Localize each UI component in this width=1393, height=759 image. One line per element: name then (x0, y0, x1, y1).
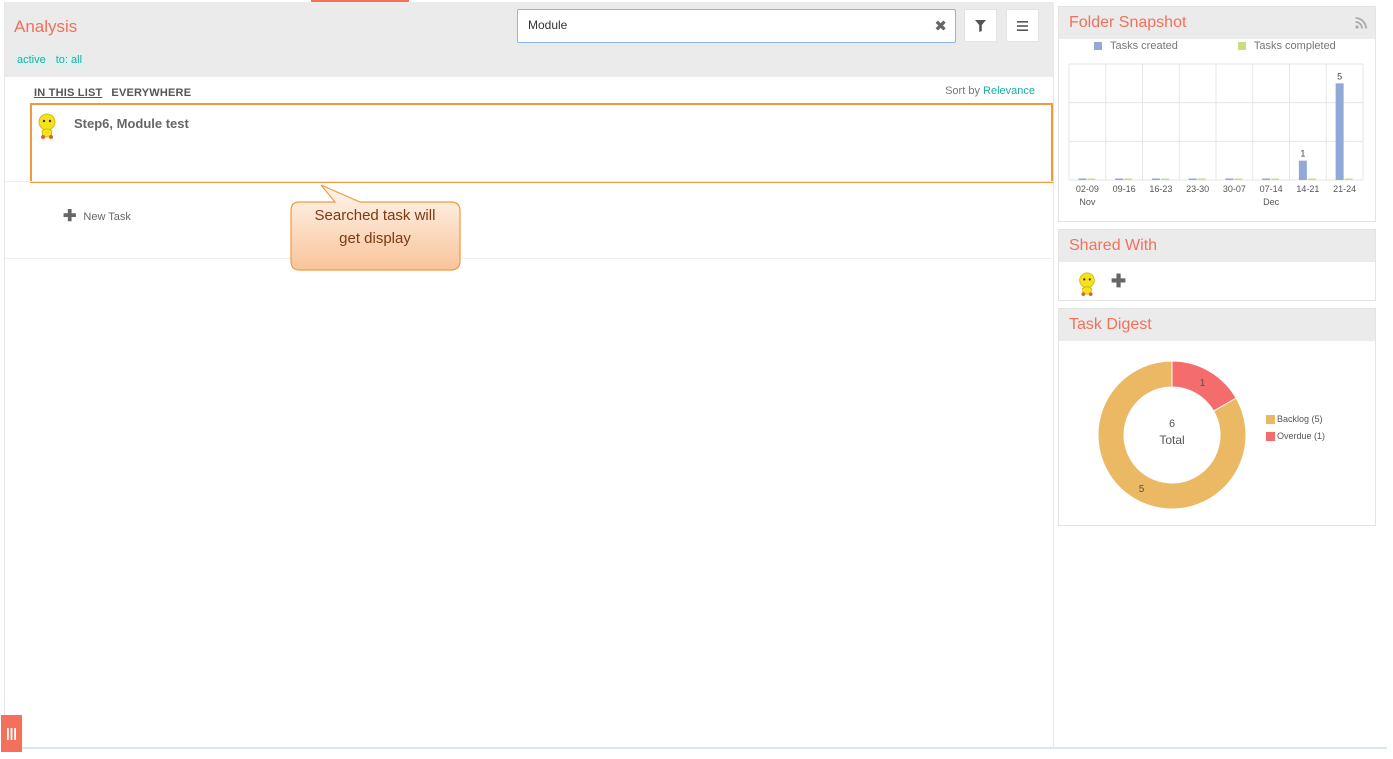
data-label: 5 (1337, 71, 1342, 81)
legend-item: Tasks completed (1237, 40, 1336, 52)
bar-created (1225, 178, 1234, 180)
panel-header: Task Digest (1059, 309, 1375, 341)
callout-line-2: get display (339, 230, 411, 247)
legend-item: Backlog (5) (1266, 414, 1325, 424)
x-tick-sublabel: Nov (1079, 197, 1096, 207)
divider (5, 258, 1054, 259)
filter-tags: active to: all (14, 53, 86, 67)
bar-created (1262, 178, 1271, 180)
task-row[interactable]: Step6, Module test (30, 103, 1053, 183)
sort-prefix: Sort by (945, 85, 980, 97)
x-tick-label: 23-30 (1186, 184, 1209, 194)
slice-value-label: 5 (1139, 484, 1145, 495)
x-tick-label: 02-09 (1076, 184, 1099, 194)
divider (5, 181, 1054, 182)
clear-search-icon[interactable]: ✖ (934, 17, 947, 35)
funnel-icon (975, 19, 986, 32)
panel-header: Folder Snapshot (1059, 7, 1375, 39)
bar-created (1151, 178, 1160, 180)
bar-completed (1160, 178, 1169, 180)
legend-label: Tasks completed (1253, 40, 1336, 52)
donut-legend: Backlog (5) Overdue (1) (1266, 414, 1325, 448)
folder-snapshot-title: Folder Snapshot (1069, 14, 1187, 31)
rss-icon[interactable] (1355, 17, 1367, 29)
x-tick-label: 14-21 (1296, 184, 1319, 194)
app-root: Analysis active to: all ✖ IN THIS LIST E… (0, 0, 1393, 759)
bar-completed (1197, 178, 1206, 180)
bar-created (1115, 178, 1124, 180)
bar-completed (1271, 178, 1280, 180)
legend-swatch (1094, 42, 1102, 50)
donut-chart: 5 1 6 Total (1097, 360, 1247, 510)
x-tick-label: 07-14 (1260, 184, 1283, 194)
chart-legend: Tasks created Tasks completed (1094, 40, 1336, 52)
legend-item: Overdue (1) (1266, 431, 1325, 441)
legend-swatch (1237, 42, 1246, 50)
grip-icon (7, 727, 16, 740)
bar-created (1188, 178, 1197, 180)
scope-tabs: IN THIS LIST EVERYWHERE (34, 87, 191, 99)
bar-chart: 02-09 Nov 09-16 16-23 23-30 30-07 07-14 Dec 1 14-… (1068, 63, 1364, 207)
legend-item: Tasks created (1094, 40, 1178, 52)
bar-completed (1307, 178, 1316, 180)
callout-text: Searched task will get display (290, 204, 460, 250)
sort-control: Sort by Relevance (945, 85, 1035, 97)
main-header: Analysis active to: all ✖ (5, 2, 1054, 77)
x-tick-label: 21-24 (1333, 184, 1356, 194)
page-title: Analysis (14, 17, 78, 36)
sort-relevance-link[interactable]: Relevance (983, 85, 1035, 97)
task-title[interactable]: Step6, Module test (74, 116, 189, 131)
shared-with-title: Shared With (1069, 237, 1158, 254)
menu-button[interactable] (1006, 9, 1039, 42)
add-member-icon[interactable]: ✚ (1111, 271, 1126, 292)
legend-label: Overdue (1) (1277, 431, 1326, 441)
tab-in-this-list[interactable]: IN THIS LIST (34, 87, 102, 99)
filter-button[interactable] (964, 9, 997, 42)
task-digest-title: Task Digest (1069, 316, 1152, 333)
panel-header: Shared With (1059, 230, 1375, 262)
donut-center-label: Total (1159, 433, 1184, 447)
new-task-button[interactable]: ✚ New Task (63, 208, 131, 225)
bar-created (1298, 160, 1307, 180)
bottom-border (22, 747, 1387, 749)
x-tick-sublabel: Dec (1263, 197, 1280, 207)
tab-everywhere[interactable]: EVERYWHERE (111, 87, 191, 99)
bar-completed (1124, 178, 1133, 180)
task-digest-panel: Task Digest 5 1 6 Total Backlog (5) Overdue… (1058, 308, 1376, 526)
avatar (38, 113, 56, 139)
main-panel: Analysis active to: all ✖ IN THIS LIST E… (4, 2, 1054, 748)
x-tick-label: 30-07 (1223, 184, 1246, 194)
filter-tag-to-all[interactable]: to: all (52, 53, 86, 67)
folder-snapshot-panel: Folder Snapshot Tasks created Tasks comp… (1058, 6, 1376, 222)
x-tick-label: 09-16 (1113, 184, 1136, 194)
shared-with-panel: Shared With ✚ (1058, 229, 1376, 301)
search-input[interactable] (528, 18, 908, 32)
legend-label: Backlog (5) (1277, 414, 1323, 424)
x-tick-label: 16-23 (1149, 184, 1172, 194)
legend-swatch (1266, 431, 1275, 441)
callout-line-1: Searched task will (314, 207, 436, 224)
plus-icon: ✚ (63, 208, 77, 225)
bar-created (1335, 83, 1344, 180)
new-task-label: New Task (83, 211, 131, 223)
legend-label: Tasks created (1110, 40, 1178, 52)
bar-completed (1087, 178, 1096, 180)
bar-completed (1234, 178, 1243, 180)
callout-annotation: Searched task will get display (290, 182, 462, 272)
hamburger-icon (1017, 20, 1028, 31)
slice-value-label: 1 (1200, 378, 1206, 389)
sidebar-toggle-handle[interactable] (1, 715, 22, 752)
filter-tag-active[interactable]: active (14, 53, 49, 67)
bar-created (1078, 178, 1087, 180)
data-label: 1 (1300, 149, 1305, 159)
bar-completed (1344, 178, 1353, 180)
avatar[interactable] (1077, 272, 1097, 296)
legend-swatch (1266, 414, 1275, 424)
search-box[interactable]: ✖ (517, 9, 956, 43)
donut-center-value: 6 (1169, 418, 1175, 430)
